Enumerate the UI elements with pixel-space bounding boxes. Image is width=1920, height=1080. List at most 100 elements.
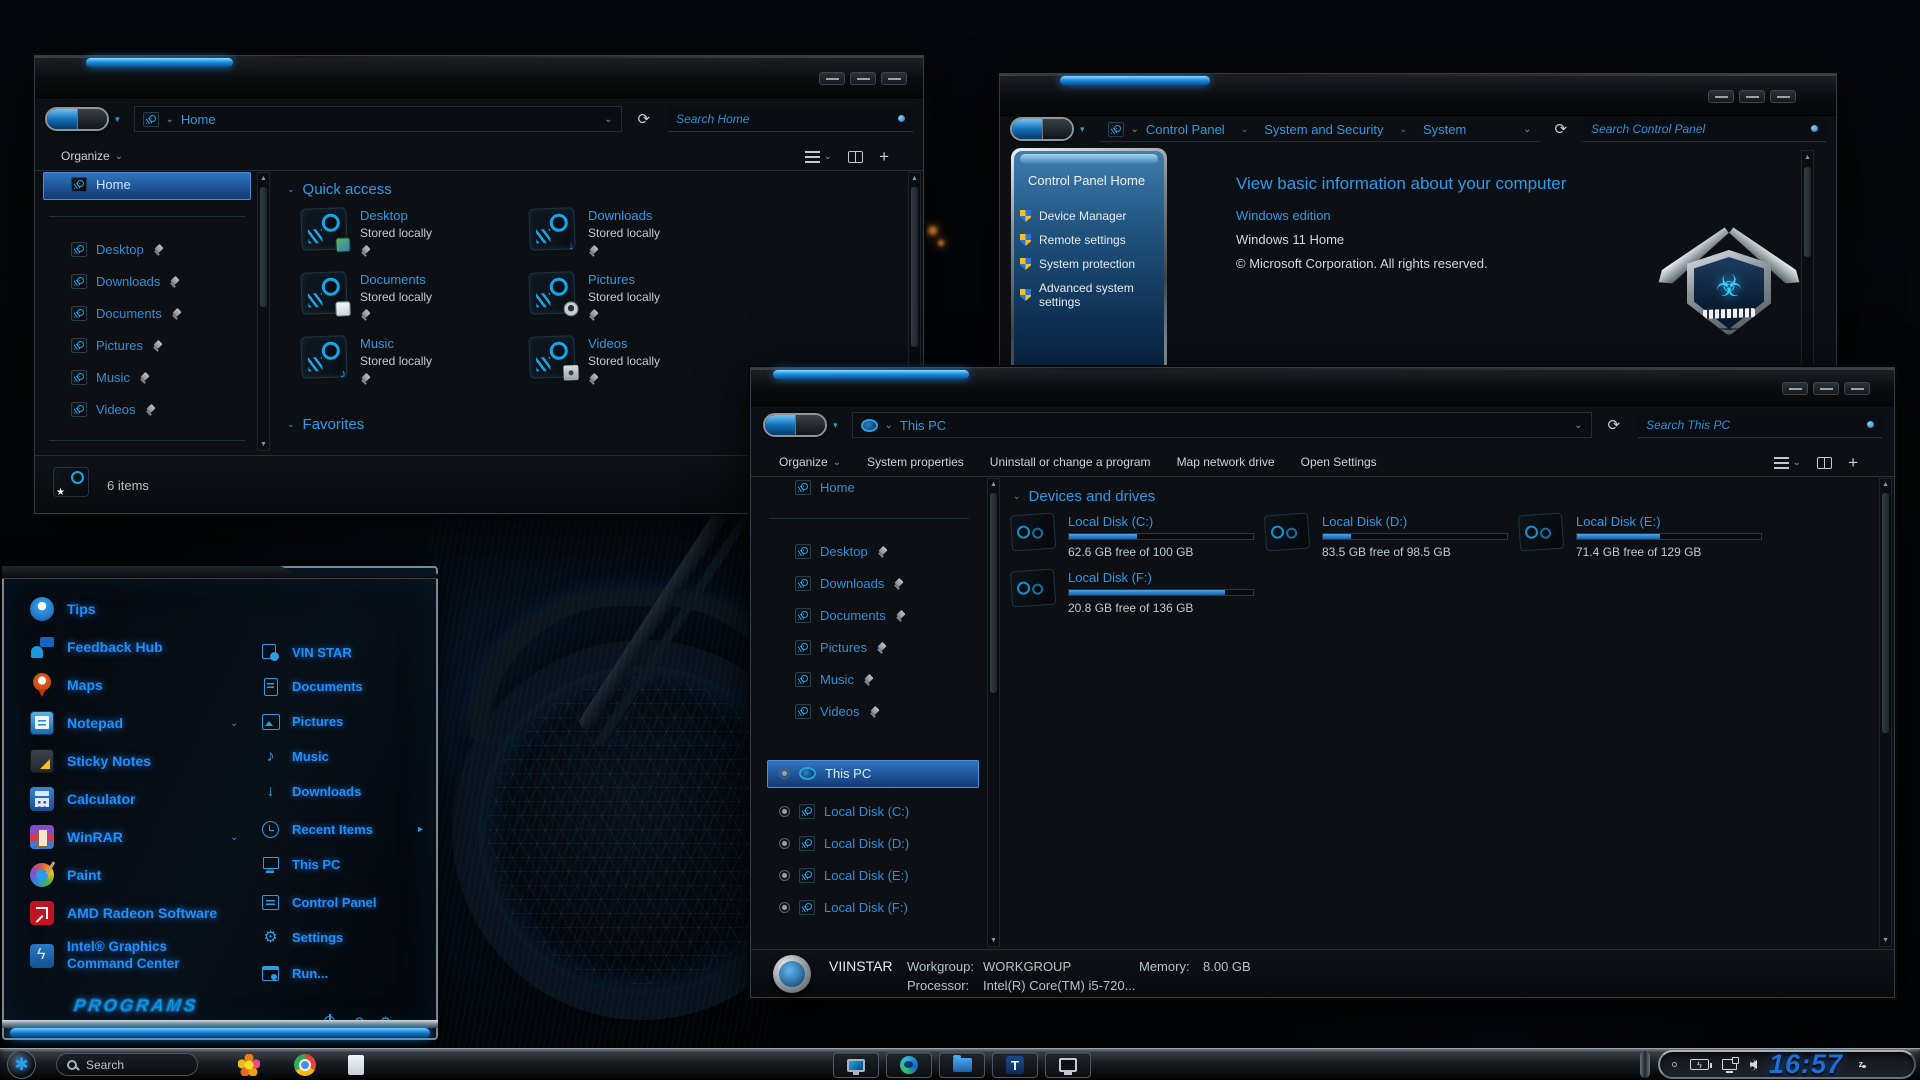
sidebar-item-videos[interactable]: Videos [71,402,247,417]
maximize-button[interactable] [1813,382,1839,395]
address-text[interactable]: This PC [900,418,946,433]
quick-item-videos[interactable]: VideosStored locally [529,336,660,385]
pinned-app-flower-icon[interactable] [238,1054,260,1076]
start-item-notepad[interactable]: Notepad [30,711,123,735]
maximize-button[interactable] [1739,90,1765,103]
battery-icon[interactable]: ϟ [1690,1059,1709,1070]
start-item-downloads[interactable]: ↓Downloads [262,783,361,800]
address-breadcrumb-bar[interactable]: ⌄ Control Panel ⌄ System and Security ⌄ … [1099,116,1541,142]
scroll-down-icon[interactable]: ▼ [1880,937,1891,944]
expand-chevron-icon[interactable]: ⌄ [230,718,238,729]
expander-icon[interactable] [779,806,790,817]
pinned-app-document-icon[interactable] [348,1055,364,1075]
system-properties-button[interactable]: System properties [867,455,964,469]
drive-item-e[interactable]: Local Disk (E:)71.4 GB free of 129 GB [1519,514,1762,559]
taskbar-app-t[interactable]: T [992,1052,1038,1078]
new-tab-button[interactable]: + [879,148,889,165]
forward-button[interactable] [78,109,108,129]
new-tab-button[interactable]: + [1848,454,1858,471]
sidebar-item-documents[interactable]: Documents [795,608,985,623]
sidebar-scrollbar[interactable]: ▲ ▼ [987,478,1000,947]
sidebar-title[interactable]: Control Panel Home [1028,173,1145,188]
sidebar-item-pictures[interactable]: Pictures [795,640,985,655]
quick-item-music[interactable]: ♪ MusicStored locally [301,336,432,385]
breadcrumb-control-panel[interactable]: Control Panel [1146,122,1225,137]
scroll-up-icon[interactable]: ▲ [909,175,920,182]
collapse-icon[interactable]: ⌄ [1013,491,1021,502]
sidebar-item-pictures[interactable]: Pictures [71,338,247,353]
start-item-sticky-notes[interactable]: Sticky Notes [30,749,151,773]
sidebar-item-remote-settings[interactable]: Remote settings [1020,233,1126,247]
back-button[interactable] [1012,119,1043,139]
scroll-up-icon[interactable]: ▲ [1802,154,1813,161]
organize-menu[interactable]: Organize⌄ [779,455,841,469]
back-button[interactable] [765,415,796,435]
start-item-intel-graphics-command-center[interactable]: Intel® Graphics Command Center [30,939,230,973]
taskbar-app-file-explorer[interactable] [939,1052,985,1078]
sidebar-item-downloads[interactable]: Downloads [71,274,247,289]
hidden-icons-button[interactable] [1672,1062,1677,1067]
close-button[interactable] [1770,90,1796,103]
quick-item-downloads[interactable]: ↓ DownloadsStored locally [529,208,660,257]
start-item-documents[interactable]: Documents [262,678,363,695]
address-bar[interactable]: ⌄ Home ⌄ [134,106,622,132]
refresh-icon[interactable]: ⟳ [1555,120,1568,138]
network-icon[interactable] [1722,1059,1737,1070]
expander-icon[interactable] [779,870,790,881]
collapse-icon[interactable]: ⌄ [287,184,295,195]
start-item-tips[interactable]: Tips [30,597,96,621]
pinned-app-browser-icon[interactable] [294,1054,316,1076]
title-bar[interactable] [1000,74,1836,116]
scroll-up-icon[interactable]: ▲ [258,175,269,182]
sidebar-item-system-protection[interactable]: System protection [1020,257,1135,271]
nav-history-chevron[interactable]: ▾ [1080,124,1085,135]
scroll-down-icon[interactable]: ▼ [988,937,999,944]
preview-pane-button[interactable] [848,151,863,163]
sidebar-item-desktop[interactable]: Desktop [795,544,985,559]
start-item-feedback-hub[interactable]: Feedback Hub [30,635,163,659]
scrollbar-thumb[interactable] [1804,167,1811,257]
address-text[interactable]: Home [181,112,216,127]
start-item-maps[interactable]: Maps [30,673,103,697]
breadcrumb-system[interactable]: System [1423,122,1466,137]
search-icon[interactable] [1811,125,1818,132]
sidebar-scrollbar[interactable]: ▲ ▼ [257,172,270,451]
refresh-icon[interactable]: ⟳ [1608,416,1621,434]
taskbar-app-edge[interactable] [886,1052,932,1078]
uninstall-program-button[interactable]: Uninstall or change a program [990,455,1151,469]
start-item-settings[interactable]: ⚙Settings [262,929,343,946]
minimize-button[interactable] [1782,382,1808,395]
start-item-this-pc[interactable]: This PC [262,856,340,873]
minimize-button[interactable] [819,72,845,85]
expander-icon[interactable] [779,902,790,913]
view-list-button[interactable]: ⌄ [1774,457,1801,469]
address-dropdown-icon[interactable]: ⌄ [1523,124,1531,135]
expander-icon[interactable] [779,838,790,849]
breadcrumb-system-security[interactable]: System and Security [1264,122,1383,137]
collapse-icon[interactable]: ⌄ [287,419,295,430]
scrollbar-thumb[interactable] [1882,493,1889,733]
drive-item-d[interactable]: Local Disk (D:)83.5 GB free of 98.5 GB [1265,514,1508,559]
expander-icon[interactable] [779,768,790,779]
start-item-amd-radeon-software[interactable]: AMD Radeon Software [30,901,217,925]
taskbar-app-display[interactable] [833,1052,879,1078]
open-settings-button[interactable]: Open Settings [1301,455,1377,469]
sidebar-item-videos[interactable]: Videos [795,704,985,719]
organize-menu[interactable]: Organize⌄ [61,149,123,163]
section-quick-access[interactable]: ⌄ Quick access [287,181,392,198]
start-item-control-panel[interactable]: Control Panel [262,894,377,911]
search-box[interactable]: Search Home [668,106,913,132]
section-devices-and-drives[interactable]: ⌄ Devices and drives [1013,488,1155,505]
close-button[interactable] [881,72,907,85]
start-button[interactable]: ✱ [7,1050,36,1079]
sidebar-item-music[interactable]: Music [795,672,985,687]
view-list-button[interactable]: ⌄ [805,151,832,163]
address-bar[interactable]: ⌄ This PC ⌄ [852,412,1592,438]
start-item-calculator[interactable]: Calculator [30,787,135,811]
back-button[interactable] [47,109,78,129]
forward-button[interactable] [796,415,826,435]
search-icon[interactable] [898,115,905,122]
quick-item-documents[interactable]: DocumentsStored locally [301,272,432,321]
content-scrollbar[interactable]: ▲ [1801,150,1814,367]
sidebar-item-local-disk-d[interactable]: Local Disk (D:) [779,836,909,851]
